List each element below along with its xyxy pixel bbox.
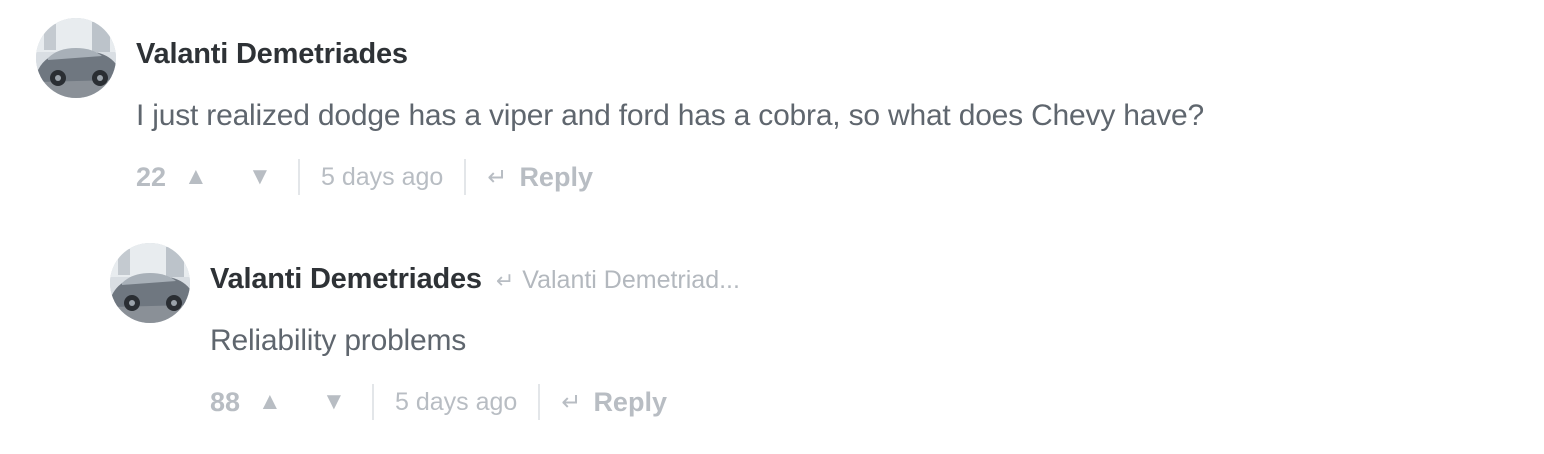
reply-icon: ↵ [495, 268, 515, 293]
reply-icon: ↵ [561, 388, 582, 416]
in-reply-to[interactable]: ↵ Valanti Demetriad... [496, 266, 740, 295]
downvote-icon[interactable]: ▼ [248, 165, 298, 189]
author-name[interactable]: Valanti Demetriades [136, 38, 408, 71]
vote-count: 22 [136, 161, 167, 192]
reply-label: Reply [519, 161, 593, 192]
upvote-icon[interactable]: ▲ [258, 390, 322, 414]
timestamp[interactable]: 5 days ago [321, 163, 443, 192]
comment-text: Reliability problems [210, 324, 467, 357]
divider [298, 159, 300, 195]
reply-icon: ↵ [487, 163, 508, 191]
author-line: Valanti Demetriades ↵ Valanti Demetriad.… [210, 263, 740, 303]
downvote-icon[interactable]: ▼ [322, 390, 372, 414]
reply-button[interactable]: ↵ Reply [561, 387, 667, 418]
divider [464, 159, 467, 195]
reply-to-name: Valanti Demetriad... [522, 266, 740, 294]
avatar[interactable] [36, 18, 116, 98]
comment-footer: 22 ▲ ▼ 5 days ago ↵ Reply [136, 158, 593, 196]
comment-text: I just realized dodge has a viper and fo… [136, 99, 1204, 132]
avatar[interactable] [110, 243, 190, 323]
upvote-icon[interactable]: ▲ [184, 165, 248, 189]
comment-footer: 88 ▲ ▼ 5 days ago ↵ Reply [210, 383, 667, 421]
reply-label: Reply [593, 386, 667, 417]
divider [538, 384, 541, 420]
author-line: Valanti Demetriades [136, 38, 408, 78]
author-name[interactable]: Valanti Demetriades [210, 263, 482, 296]
divider [372, 384, 374, 420]
vote-count: 88 [210, 386, 241, 417]
reply-button[interactable]: ↵ Reply [487, 162, 593, 193]
timestamp[interactable]: 5 days ago [395, 388, 517, 417]
